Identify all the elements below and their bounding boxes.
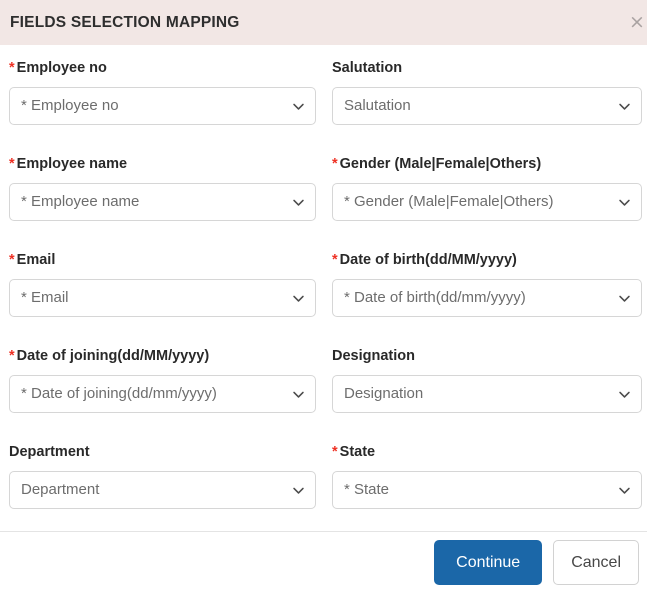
required-asterisk: * xyxy=(9,348,15,364)
field-label-employee-name: * Employee name xyxy=(9,155,316,173)
field-date-of-birth: * Date of birth(dd/MM/yyyy) * Date of birt… xyxy=(325,251,642,347)
select-department[interactable]: Department xyxy=(9,471,316,509)
field-department: Department Department xyxy=(9,443,316,539)
field-label-text: Email xyxy=(16,252,56,268)
select-salutation[interactable]: Salutation xyxy=(332,87,642,125)
field-label-text: Date of joining(dd/MM/yyyy) xyxy=(16,348,210,364)
dialog-header: FIELDS SELECTION MAPPING × xyxy=(0,0,647,45)
field-salutation: Salutation Salutation xyxy=(325,59,642,155)
close-icon[interactable]: × xyxy=(628,14,646,32)
required-asterisk: * xyxy=(9,252,15,268)
continue-button[interactable]: Continue xyxy=(434,540,543,585)
field-label-text: State xyxy=(339,444,376,460)
select-state[interactable]: * State xyxy=(332,471,642,509)
select-designation[interactable]: Designation xyxy=(332,375,642,413)
select-wrapper-employee-no: * Employee no xyxy=(9,87,316,125)
select-wrapper-date-of-birth: * Date of birth(dd/mm/yyyy) xyxy=(332,279,642,317)
field-label-text: Employee no xyxy=(16,60,107,76)
required-asterisk: * xyxy=(332,444,338,460)
fields-mapping-grid: * Employee no * Employee no Salutation Salut… xyxy=(9,59,642,539)
field-employee-name: * Employee name * Employee name xyxy=(9,155,316,251)
select-date-of-birth[interactable]: * Date of birth(dd/mm/yyyy) xyxy=(332,279,642,317)
select-wrapper-email: * Email xyxy=(9,279,316,317)
field-label-text: Gender (Male|Female|Others) xyxy=(339,156,542,172)
dialog-footer: Continue Cancel xyxy=(0,531,647,593)
dialog-body: * Employee no * Employee no Salutation Salut… xyxy=(0,45,647,539)
select-wrapper-department: Department xyxy=(9,471,316,509)
field-label-salutation: Salutation xyxy=(332,59,642,77)
field-label-date-of-joining: * Date of joining(dd/MM/yyyy) xyxy=(9,347,316,365)
dialog-title: FIELDS SELECTION MAPPING xyxy=(10,13,240,31)
select-wrapper-salutation: Salutation xyxy=(332,87,642,125)
field-state: * State * State xyxy=(325,443,642,539)
required-asterisk: * xyxy=(332,156,338,172)
field-label-email: * Email xyxy=(9,251,316,269)
field-designation: Designation Designation xyxy=(325,347,642,443)
select-employee-no[interactable]: * Employee no xyxy=(9,87,316,125)
select-gender[interactable]: * Gender (Male|Female|Others) xyxy=(332,183,642,221)
select-wrapper-designation: Designation xyxy=(332,375,642,413)
required-asterisk: * xyxy=(332,252,338,268)
field-label-text: Designation xyxy=(332,348,415,364)
field-label-gender: * Gender (Male|Female|Others) xyxy=(332,155,642,173)
select-email[interactable]: * Email xyxy=(9,279,316,317)
required-asterisk: * xyxy=(9,60,15,76)
field-label-state: * State xyxy=(332,443,642,461)
field-label-designation: Designation xyxy=(332,347,642,365)
field-email: * Email * Email xyxy=(9,251,316,347)
field-label-date-of-birth: * Date of birth(dd/MM/yyyy) xyxy=(332,251,642,269)
fields-selection-mapping-dialog: FIELDS SELECTION MAPPING × * Employee no *… xyxy=(0,0,647,593)
select-wrapper-date-of-joining: * Date of joining(dd/mm/yyyy) xyxy=(9,375,316,413)
field-label-employee-no: * Employee no xyxy=(9,59,316,77)
field-label-text: Employee name xyxy=(16,156,128,172)
field-label-text: Salutation xyxy=(332,60,403,76)
field-date-of-joining: * Date of joining(dd/MM/yyyy) * Date of jo… xyxy=(9,347,316,443)
select-wrapper-gender: * Gender (Male|Female|Others) xyxy=(332,183,642,221)
select-date-of-joining[interactable]: * Date of joining(dd/mm/yyyy) xyxy=(9,375,316,413)
select-wrapper-state: * State xyxy=(332,471,642,509)
field-label-text: Department xyxy=(9,444,90,460)
field-label-department: Department xyxy=(9,443,316,461)
field-label-text: Date of birth(dd/MM/yyyy) xyxy=(339,252,517,268)
select-employee-name[interactable]: * Employee name xyxy=(9,183,316,221)
field-gender: * Gender (Male|Female|Others) * Gender (Ma… xyxy=(325,155,642,251)
cancel-button[interactable]: Cancel xyxy=(553,540,639,585)
select-wrapper-employee-name: * Employee name xyxy=(9,183,316,221)
required-asterisk: * xyxy=(9,156,15,172)
field-employee-no: * Employee no * Employee no xyxy=(9,59,316,155)
